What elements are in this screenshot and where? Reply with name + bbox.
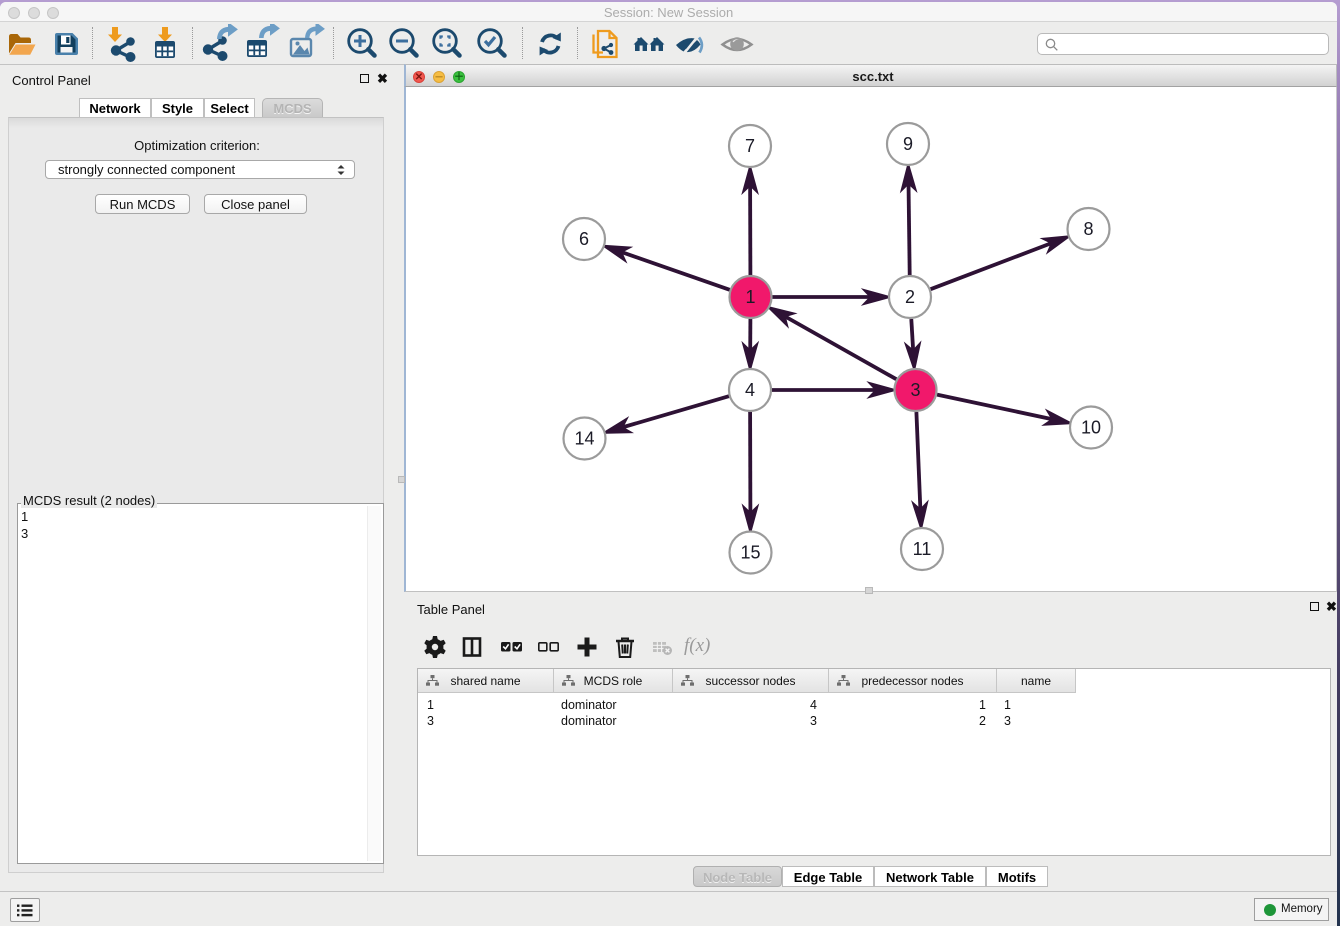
svg-text:6: 6 <box>579 229 589 249</box>
svg-text:1: 1 <box>745 287 755 307</box>
svg-text:8: 8 <box>1083 219 1093 239</box>
svg-text:3: 3 <box>910 380 920 400</box>
svg-text:11: 11 <box>913 539 932 559</box>
svg-text:9: 9 <box>903 134 913 154</box>
svg-text:4: 4 <box>745 380 755 400</box>
svg-text:2: 2 <box>905 287 915 307</box>
svg-text:7: 7 <box>745 136 755 156</box>
svg-text:14: 14 <box>574 429 594 449</box>
svg-text:10: 10 <box>1081 418 1101 438</box>
svg-text:15: 15 <box>740 543 760 563</box>
